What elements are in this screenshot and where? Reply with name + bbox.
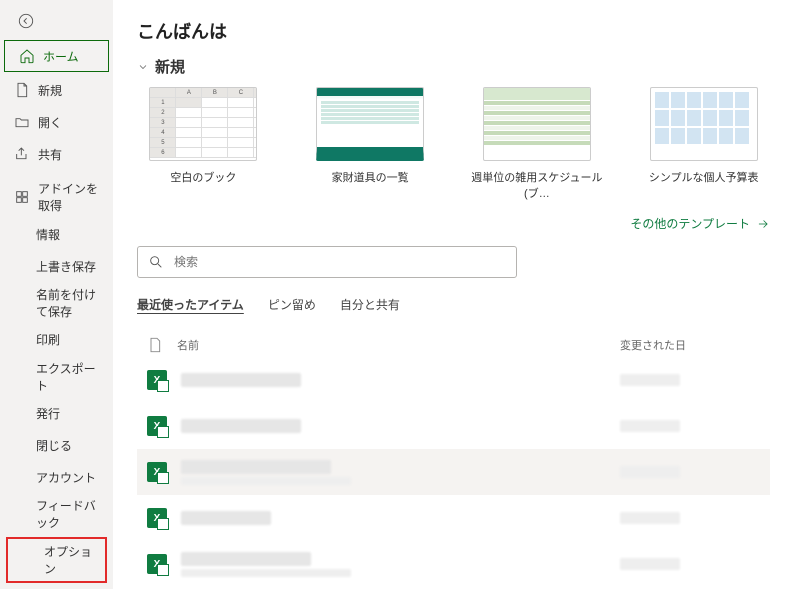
tab-shared[interactable]: 自分と共有 [340,296,400,317]
file-date-blurred [620,466,680,478]
document-icon [14,82,30,98]
sidebar-new-label: 新規 [38,82,62,99]
search-box[interactable] [137,246,517,278]
search-input[interactable] [174,255,506,269]
column-date[interactable]: 変更された日 [620,337,760,353]
sidebar-open-label: 開く [38,114,62,131]
home-icon [19,48,35,64]
search-icon [148,254,164,270]
tab-pinned[interactable]: ピン留め [268,296,316,317]
file-date-blurred [620,420,680,432]
main-content: こんばんは 新規 ABC 1 2 3 4 5 6 空白のブック [113,0,800,589]
sidebar-item-options[interactable]: オプション [6,537,107,583]
section-new-title: 新規 [155,56,185,77]
sidebar-item-home[interactable]: ホーム [4,40,109,72]
greeting-title: こんばんは [137,18,770,44]
sidebar-item-publish[interactable]: 発行 [0,398,113,430]
file-name-blurred [181,460,331,474]
excel-file-icon: X [147,508,167,528]
sidebar-item-new[interactable]: 新規 [0,74,113,106]
template-inventory[interactable]: 家財道具の一覧 [304,87,437,201]
list-item[interactable]: X [137,449,770,495]
sidebar-getaddins-label: アドインを取得 [38,180,103,214]
recent-tabs: 最近使ったアイテム ピン留め 自分と共有 [137,296,770,319]
excel-file-icon: X [147,462,167,482]
document-icon [147,337,163,353]
list-item[interactable]: X [137,541,770,587]
file-name-blurred [181,373,301,387]
sidebar-item-feedback[interactable]: フィードバック [0,494,113,536]
file-date-blurred [620,374,680,386]
column-name[interactable]: 名前 [177,337,606,353]
file-date-blurred [620,512,680,524]
file-name-blurred [181,552,311,566]
section-new-header[interactable]: 新規 [137,56,770,77]
sidebar-item-open[interactable]: 開く [0,106,113,138]
sidebar-item-getaddins[interactable]: アドインを取得 [0,176,113,218]
addins-icon [14,189,30,205]
excel-file-icon: X [147,370,167,390]
arrow-right-icon [756,217,770,231]
sidebar-item-share[interactable]: 共有 [0,138,113,170]
template-thumb [483,87,591,161]
recent-list: X X X X X [137,357,770,587]
template-row: ABC 1 2 3 4 5 6 空白のブック 家財道具の一覧 [137,87,770,201]
sidebar-item-export[interactable]: エクスポート [0,356,113,398]
more-templates-link[interactable]: その他のテンプレート [137,215,770,232]
sidebar-item-account[interactable]: アカウント [0,462,113,494]
sidebar-item-saveas[interactable]: 名前を付けて保存 [0,282,113,324]
chevron-down-icon [137,61,149,73]
list-item[interactable]: X [137,357,770,403]
folder-open-icon [14,114,30,130]
file-path-blurred [181,477,351,485]
back-arrow-icon [18,13,34,29]
template-thumb: ABC 1 2 3 4 5 6 [149,87,257,161]
list-item[interactable]: X [137,495,770,541]
share-icon [14,146,30,162]
file-path-blurred [181,569,351,577]
template-thumb [316,87,424,161]
sidebar: ホーム 新規 開く 共有 アドインを取得 情報 上書き保存 名前を付けて保存 印… [0,0,113,589]
template-weekly-chores[interactable]: 週単位の雑用スケジュール (ブ… [471,87,604,201]
sidebar-item-close[interactable]: 閉じる [0,430,113,462]
sidebar-item-print[interactable]: 印刷 [0,324,113,356]
list-header: 名前 変更された日 [137,333,770,357]
file-name-blurred [181,419,301,433]
template-blank-workbook[interactable]: ABC 1 2 3 4 5 6 空白のブック [137,87,270,201]
template-thumb [650,87,758,161]
tab-recent[interactable]: 最近使ったアイテム [137,296,244,317]
excel-file-icon: X [147,554,167,574]
file-date-blurred [620,558,680,570]
file-name-blurred [181,511,271,525]
sidebar-item-save[interactable]: 上書き保存 [0,250,113,282]
list-item[interactable]: X [137,403,770,449]
sidebar-item-info[interactable]: 情報 [0,218,113,250]
sidebar-home-label: ホーム [43,48,79,65]
sidebar-share-label: 共有 [38,146,62,163]
excel-file-icon: X [147,416,167,436]
back-button[interactable] [6,6,46,36]
template-personal-budget[interactable]: シンプルな個人予算表 [637,87,770,201]
